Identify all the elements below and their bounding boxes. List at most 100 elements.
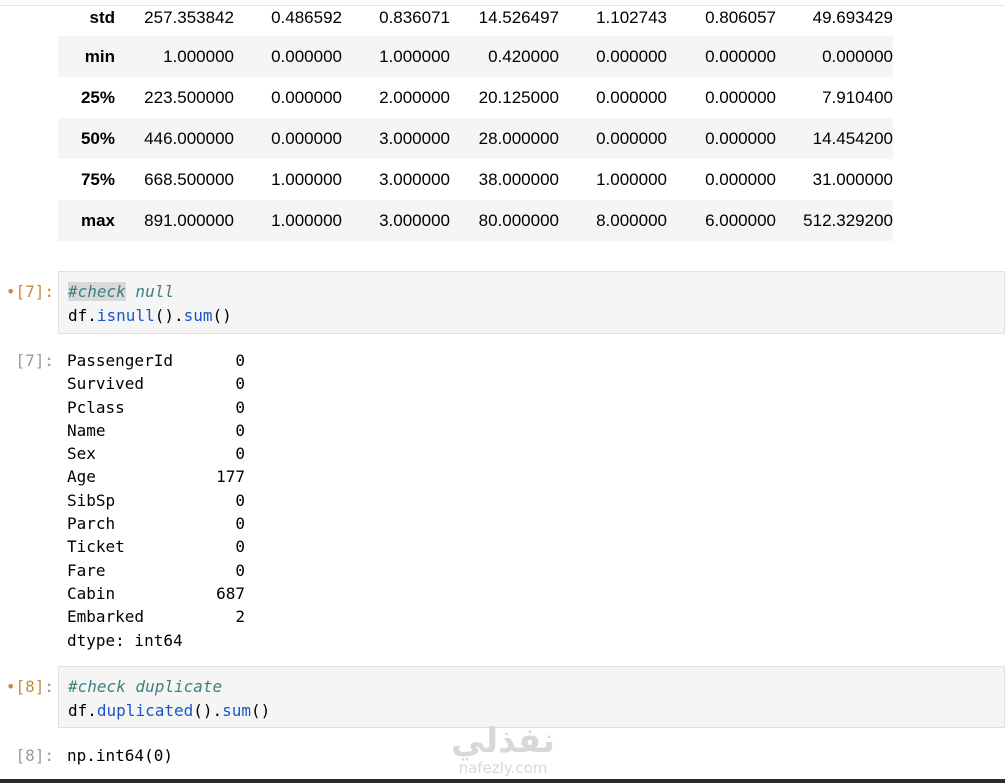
table-cell: 0.806057 — [705, 8, 776, 27]
series-name: SibSp — [67, 490, 116, 510]
series-value: 687 — [216, 583, 245, 603]
list-item: Age 177 — [67, 465, 245, 488]
code-object: df. — [68, 701, 97, 720]
list-item: PassengerId 0 — [67, 349, 245, 372]
series-value: 0 — [235, 560, 245, 580]
table-cell: 668.500000 — [144, 169, 234, 189]
cell-7-code-input[interactable]: #check null df.isnull().sum() — [58, 271, 1005, 334]
code-comment: #check duplicate — [68, 677, 223, 696]
table-cell: 0.000000 — [705, 87, 776, 107]
series-name: Survived — [67, 374, 145, 394]
table-cell: 2.000000 — [379, 87, 450, 107]
list-item: Name 0 — [67, 419, 245, 442]
series-name: Embarked — [67, 607, 145, 627]
list-item: Pclass 0 — [67, 396, 245, 419]
series-value: 0 — [235, 537, 245, 557]
table-cell: 20.125000 — [478, 87, 559, 107]
table-cell: 31.000000 — [812, 169, 893, 189]
list-item: Sex 0 — [67, 442, 245, 465]
table-cell: 1.000000 — [163, 46, 234, 66]
series-name: Ticket — [67, 537, 125, 557]
cell-8-output-prompt: [8]: — [15, 746, 54, 765]
row-label: 75% — [80, 169, 115, 189]
row-label: 25% — [80, 87, 115, 107]
series-value: 0 — [235, 420, 245, 440]
table-cell: 1.000000 — [379, 46, 450, 66]
row-label: min — [84, 46, 115, 66]
series-value: 0 — [235, 397, 245, 417]
bottom-bar — [0, 779, 1005, 783]
table-cell: 0.000000 — [596, 128, 667, 148]
table-cell: 0.000000 — [596, 46, 667, 66]
table-cell: 446.000000 — [144, 128, 234, 148]
table-cell: 6.000000 — [705, 210, 776, 230]
table-cell: 38.000000 — [478, 169, 559, 189]
series-name: PassengerId — [67, 351, 173, 370]
series-name: Pclass — [67, 397, 125, 417]
list-item: Fare 0 — [67, 559, 245, 582]
series-name: Parch — [67, 514, 116, 534]
table-cell: 3.000000 — [379, 128, 450, 148]
table-cell: 891.000000 — [144, 210, 234, 230]
series-value: 0 — [235, 490, 245, 510]
series-name: Name — [67, 420, 106, 440]
code-comment: #check null — [68, 282, 174, 301]
list-item: Parch 0 — [67, 512, 245, 535]
series-name: Age — [67, 467, 96, 487]
table-cell: 0.836071 — [379, 8, 450, 27]
code-method: isnull — [96, 306, 155, 325]
table-cell: 14.526497 — [478, 8, 559, 27]
list-item: Embarked 2 — [67, 605, 245, 628]
series-value: 0 — [235, 374, 245, 394]
list-item: SibSp 0 — [67, 489, 245, 512]
table-cell: 0.000000 — [271, 128, 342, 148]
table-cell: 1.000000 — [596, 169, 667, 189]
series-value: 2 — [235, 607, 245, 627]
cell-8-input-prompt: •[8]: — [5, 677, 54, 696]
table-row: min 1.000000 0.000000 1.000000 0.420000 0.000… — [58, 36, 893, 77]
row-label: max — [80, 210, 115, 230]
dtype-line: dtype: int64 — [67, 630, 183, 650]
series-value: 0 — [235, 514, 245, 534]
table-row: std 257.353842 0.486592 0.836071 14.526497 1.… — [58, 0, 894, 36]
table-cell: 0.000000 — [596, 87, 667, 107]
code-method: duplicated — [96, 701, 194, 720]
table-cell: 257.353842 — [144, 8, 234, 27]
table-cell: 28.000000 — [478, 128, 559, 148]
list-item: Ticket 0 — [67, 535, 245, 558]
table-cell: 49.693429 — [812, 8, 893, 27]
table-cell: 512.329200 — [803, 210, 893, 230]
series-value: 0 — [235, 444, 245, 464]
describe-table: std 257.353842 0.486592 0.836071 14.526497 1.… — [58, 0, 893, 241]
cell-7-output: PassengerId 0 Survived 0 Pclass 0 Name 0 Sex 0 Age… — [67, 349, 245, 652]
cell-8-output: np.int64(0) — [67, 746, 173, 765]
table-cell: 0.000000 — [271, 46, 342, 66]
row-label: 50% — [80, 128, 115, 148]
table-cell: 3.000000 — [379, 210, 450, 230]
table-row: 75% 668.500000 1.000000 3.000000 38.000000 1.… — [58, 159, 893, 200]
table-cell: 0.486592 — [271, 8, 342, 27]
series-name: Fare — [67, 560, 106, 580]
list-item: Cabin 687 — [67, 582, 245, 605]
table-cell: 3.000000 — [379, 169, 450, 189]
table-cell: 223.500000 — [144, 87, 234, 107]
list-item: Survived 0 — [67, 372, 245, 395]
table-cell: 7.910400 — [822, 87, 893, 107]
table-cell: 0.000000 — [822, 46, 893, 66]
table-row: max 891.000000 1.000000 3.000000 80.000000 8.… — [58, 200, 893, 241]
table-cell: 8.000000 — [596, 210, 667, 230]
table-row: 25% 223.500000 0.000000 2.000000 20.125000 0.… — [58, 77, 893, 118]
cell-8-code-input[interactable]: #check duplicate df.duplicated().sum() — [58, 666, 1005, 728]
cell-7-input-prompt: •[7]: — [5, 282, 54, 301]
table-cell: 0.420000 — [488, 46, 559, 66]
table-cell: 80.000000 — [478, 210, 559, 230]
row-label: std — [89, 8, 116, 27]
table-cell: 1.102743 — [596, 8, 667, 27]
watermark: نفذلي nafezly.com — [450, 721, 556, 777]
code-object: df. — [68, 306, 97, 325]
table-cell: 1.000000 — [271, 210, 342, 230]
series-name: Cabin — [67, 583, 116, 603]
series-name: Sex — [67, 444, 96, 464]
table-cell: 1.000000 — [271, 169, 342, 189]
cell-7-output-prompt: [7]: — [15, 351, 54, 370]
